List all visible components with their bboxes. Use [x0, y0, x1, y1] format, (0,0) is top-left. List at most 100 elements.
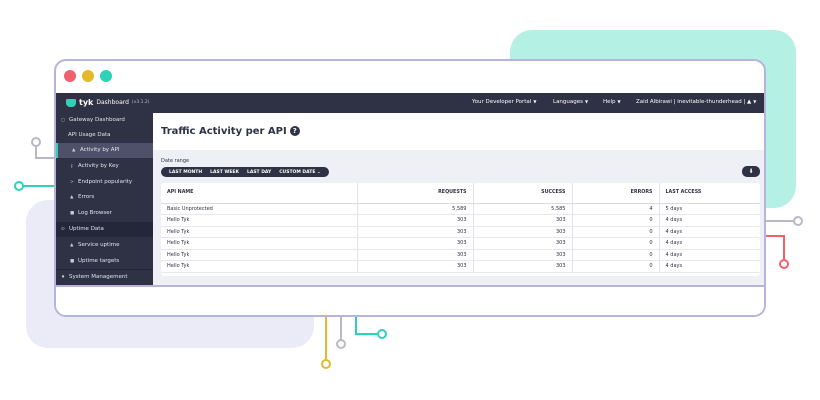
cell-last-access: 4 days — [658, 260, 760, 273]
window-titlebar — [56, 61, 764, 93]
table-row[interactable]: Hello Tyk 303 303 0 4 days — [161, 237, 760, 250]
sidebar-item-label: System Management — [69, 274, 128, 280]
nav-user-label: Zaid Albirawi | inevitable-thunderhead |… — [636, 99, 752, 105]
sidebar-item-label: Service uptime — [78, 242, 120, 248]
column-header-errors[interactable]: ERRORS — [571, 183, 659, 204]
sidebar-item-label: Errors — [78, 194, 95, 200]
cell-requests: 303 — [356, 260, 473, 273]
table-row[interactable]: Hello Tyk 303 303 0 4 days — [161, 249, 760, 261]
sidebar-item-label: Gateway Dashboard — [69, 117, 125, 123]
sidebar-item-system-management[interactable]: ♦ System Management — [56, 270, 153, 285]
nav-user-menu[interactable]: Zaid Albirawi | inevitable-thunderhead |… — [636, 99, 756, 105]
cell-api-name: Hello Tyk — [161, 214, 357, 227]
sidebar-item-service-uptime[interactable]: ▲ Service uptime — [56, 238, 153, 253]
table-row[interactable]: Hello Tyk 303 303 0 4 days — [161, 226, 760, 238]
range-custom-date-button[interactable]: CUSTOM DATE ⌄ — [279, 170, 321, 175]
cell-requests: 303 — [356, 237, 473, 250]
caret-down-icon: ▼ — [585, 99, 589, 104]
app-version: (v3.1.2) — [131, 100, 150, 105]
table-row[interactable]: Hello Tyk 303 303 0 4 days — [161, 260, 760, 273]
sidebar-item-activity-by-api[interactable]: ▲ Activity by API — [56, 143, 153, 158]
range-custom-date-label: CUSTOM DATE — [279, 169, 316, 175]
uptime-icon: ⊙ — [61, 227, 65, 232]
endpoint-icon: > — [70, 180, 74, 185]
cell-errors: 0 — [571, 214, 659, 227]
cell-last-access: 4 days — [658, 237, 760, 250]
date-range-selector: LAST MONTH LAST WEEK LAST DAY CUSTOM DAT… — [161, 167, 329, 177]
sidebar-item-gateway-dashboard[interactable]: ◻ Gateway Dashboard — [56, 113, 153, 128]
tyk-logo[interactable]: tyk Dashboard (v3.1.2) — [66, 98, 150, 107]
cell-errors: 0 — [571, 237, 659, 250]
column-header-requests[interactable]: REQUESTS — [356, 183, 473, 204]
download-icon: ⬇ — [748, 168, 754, 175]
cell-success: 5,585 — [472, 203, 572, 215]
system-icon: ♦ — [61, 275, 66, 280]
sidebar-item-label: Uptime targets — [78, 258, 120, 264]
cell-success: 303 — [472, 226, 572, 238]
traffic-panel: Date range LAST MONTH LAST WEEK LAST DAY… — [153, 150, 764, 285]
app-name: Dashboard — [96, 99, 129, 106]
logo-word: tyk — [79, 98, 94, 107]
page-title-text: Traffic Activity per API — [161, 126, 287, 137]
sidebar-item-label: API Usage Data — [68, 132, 111, 138]
sidebar-item-endpoint-popularity[interactable]: > Endpoint popularity — [56, 175, 153, 190]
sidebar: ◻ Gateway Dashboard API Usage Data ▲ Activ… — [56, 113, 153, 285]
range-last-week-button[interactable]: LAST WEEK — [210, 170, 239, 175]
cell-last-access: 4 days — [658, 226, 760, 238]
cell-success: 303 — [472, 249, 572, 261]
table-row[interactable]: Basic Unprotected 5,589 5,585 4 5 days — [161, 203, 760, 215]
sidebar-item-api-usage-data[interactable]: API Usage Data — [56, 128, 153, 143]
page-title: Traffic Activity per API? — [161, 126, 300, 137]
sidebar-item-label: Endpoint popularity — [78, 179, 133, 185]
range-last-month-button[interactable]: LAST MONTH — [169, 170, 202, 175]
cell-errors: 0 — [571, 249, 659, 261]
cell-api-name: Hello Tyk — [161, 249, 357, 261]
sidebar-item-uptime-targets[interactable]: ■ Uptime targets — [56, 254, 153, 269]
log-icon: ■ — [70, 211, 75, 216]
cell-api-name: Hello Tyk — [161, 226, 357, 238]
sidebar-item-activity-by-key[interactable]: ⚷ Activity by Key — [56, 159, 153, 174]
column-header-success[interactable]: SUCCESS — [472, 183, 572, 204]
nav-languages[interactable]: Languages ▼ — [553, 99, 588, 105]
table-header-row: API NAME REQUESTS SUCCESS ERRORS LAST AC… — [161, 183, 760, 204]
question-icon[interactable]: ? — [289, 126, 300, 136]
minimize-window-button[interactable] — [82, 70, 94, 82]
chevron-down-icon: ⌄ — [316, 169, 321, 175]
cell-success: 303 — [472, 214, 572, 227]
service-icon: ▲ — [70, 243, 74, 248]
cell-requests: 303 — [356, 249, 473, 261]
cell-last-access: 4 days — [658, 249, 760, 261]
cell-success: 303 — [472, 260, 572, 273]
column-header-last-access[interactable]: LAST ACCESS — [658, 183, 760, 204]
window-footer — [56, 285, 764, 315]
cell-last-access: 4 days — [658, 214, 760, 227]
cell-errors: 0 — [571, 226, 659, 238]
maximize-window-button[interactable] — [100, 70, 112, 82]
close-window-button[interactable] — [64, 70, 76, 82]
cell-api-name: Basic Unprotected — [161, 203, 357, 215]
nav-developer-portal[interactable]: Your Developer Portal ▼ — [472, 99, 536, 105]
nav-help-label: Help — [603, 99, 616, 105]
cell-requests: 303 — [356, 226, 473, 238]
download-button[interactable]: ⬇ — [742, 166, 760, 177]
cell-errors: 0 — [571, 260, 659, 273]
range-last-day-button[interactable]: LAST DAY — [247, 170, 271, 175]
column-header-api-name[interactable]: API NAME — [161, 183, 357, 204]
cell-errors: 4 — [571, 203, 659, 215]
sidebar-item-errors[interactable]: ▲ Errors — [56, 190, 153, 205]
dashboard-icon: ◻ — [61, 118, 65, 123]
sidebar-item-log-browser[interactable]: ■ Log Browser — [56, 206, 153, 221]
cell-success: 303 — [472, 237, 572, 250]
target-icon: ■ — [70, 259, 75, 264]
nav-help[interactable]: Help ▼ — [603, 99, 621, 105]
cell-api-name: Hello Tyk — [161, 237, 357, 250]
nav-languages-label: Languages — [553, 99, 584, 105]
sidebar-item-label: Log Browser — [78, 210, 112, 216]
sidebar-item-uptime-data[interactable]: ⊙ Uptime Data — [56, 222, 153, 237]
table-row[interactable]: Hello Tyk 303 303 0 4 days — [161, 214, 760, 227]
key-icon: ⚷ — [70, 164, 74, 169]
sidebar-item-label: Activity by API — [80, 147, 120, 153]
error-icon: ▲ — [70, 195, 74, 200]
cell-requests: 303 — [356, 214, 473, 227]
bar-chart-icon: ▲ — [72, 148, 76, 153]
